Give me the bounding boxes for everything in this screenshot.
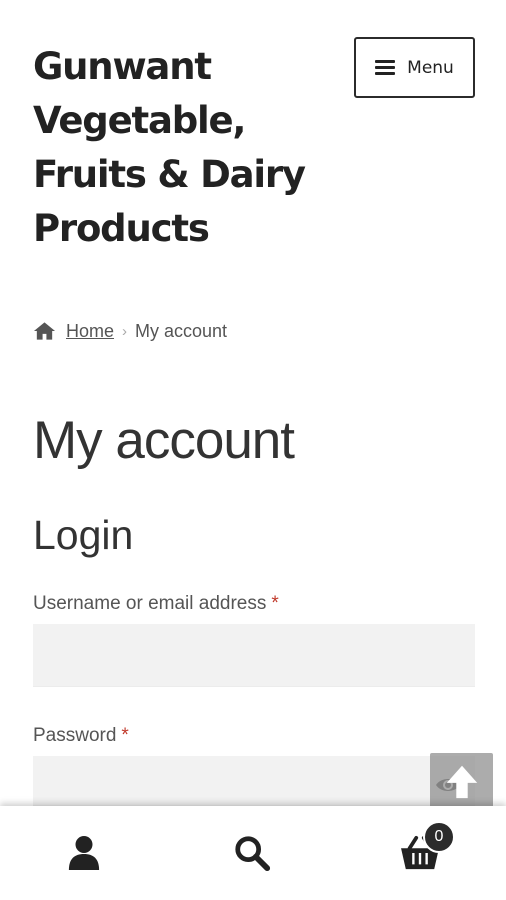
cart-button[interactable]: 0 xyxy=(336,806,504,900)
hamburger-icon xyxy=(375,60,396,75)
cart-count-badge: 0 xyxy=(423,821,455,853)
scroll-to-top-button[interactable] xyxy=(430,753,493,809)
home-icon xyxy=(33,321,56,341)
user-icon xyxy=(68,836,100,870)
password-label: Password * xyxy=(33,725,129,747)
menu-label: Menu xyxy=(407,57,454,78)
breadcrumb-home-link[interactable]: Home xyxy=(66,321,114,342)
menu-button[interactable]: Menu xyxy=(354,37,475,98)
username-label: Username or email address * xyxy=(33,593,279,615)
password-input[interactable] xyxy=(33,756,475,806)
search-icon xyxy=(235,836,271,872)
breadcrumb: Home › My account xyxy=(33,318,227,344)
password-label-text: Password xyxy=(33,725,117,746)
arrow-up-icon xyxy=(446,765,477,799)
search-button[interactable] xyxy=(168,806,336,900)
required-marker: * xyxy=(271,593,279,614)
site-title[interactable]: Gunwant Vegetable, Fruits & Dairy Produc… xyxy=(33,40,323,256)
login-heading: Login xyxy=(33,512,134,558)
page-title: My account xyxy=(33,411,295,470)
username-input[interactable] xyxy=(33,624,475,687)
breadcrumb-separator: › xyxy=(122,322,128,340)
required-marker: * xyxy=(121,725,129,746)
account-button[interactable] xyxy=(0,806,168,900)
bottom-nav-bar: 0 xyxy=(0,806,506,900)
breadcrumb-current: My account xyxy=(135,320,228,341)
username-label-text: Username or email address xyxy=(33,593,267,614)
